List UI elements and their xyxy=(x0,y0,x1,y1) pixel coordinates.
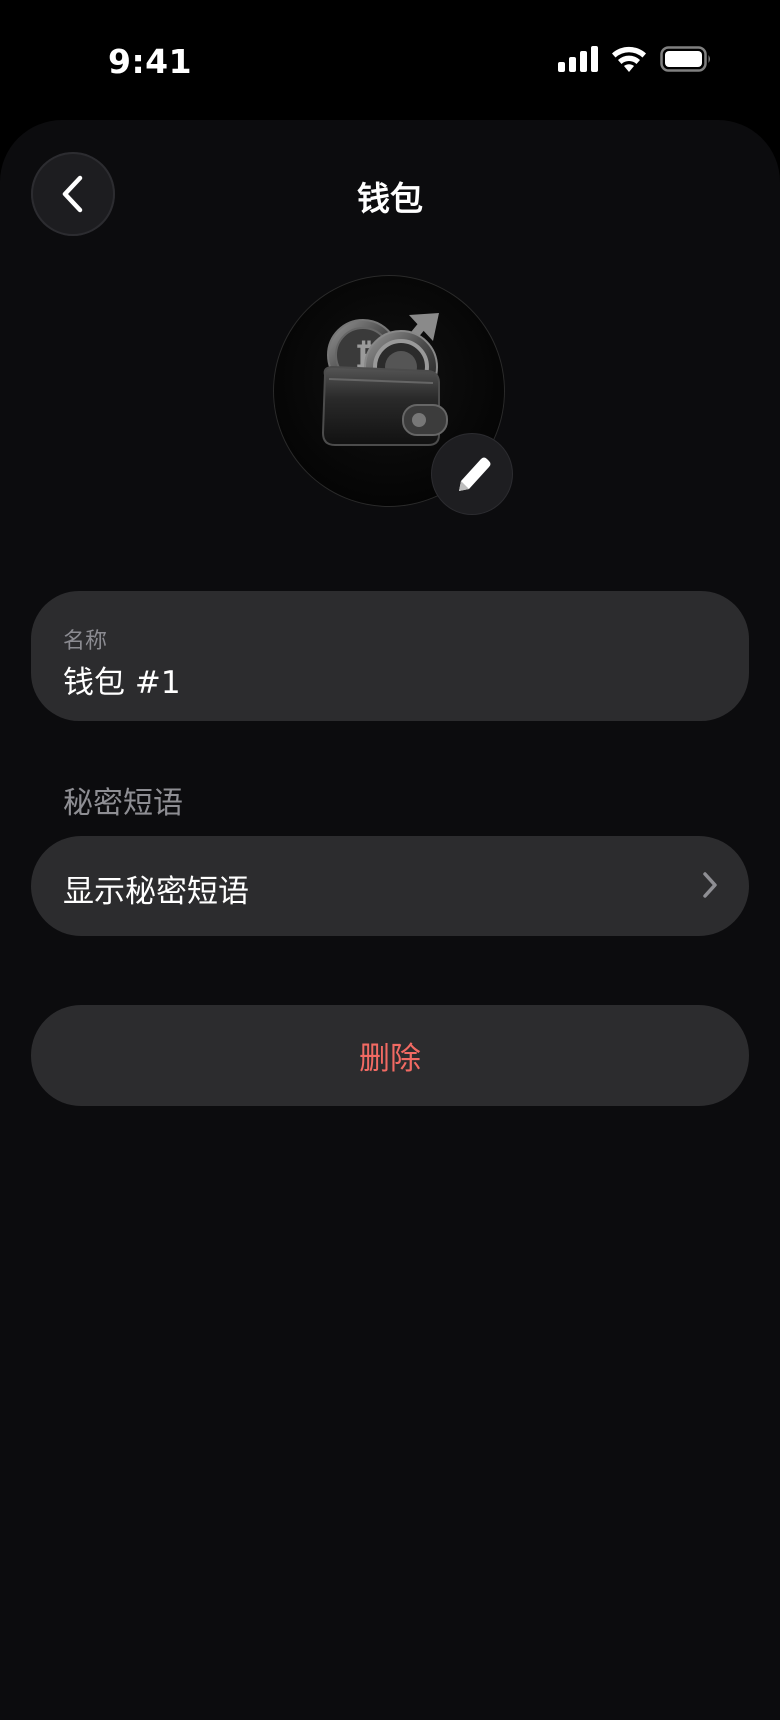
name-field-label: 名称 xyxy=(63,629,108,654)
cellular-signal-icon xyxy=(558,46,598,72)
status-time: 9:41 xyxy=(108,42,193,81)
pencil-icon xyxy=(459,457,491,491)
name-field-value[interactable]: 钱包 #1 xyxy=(63,657,181,702)
page-title: 钱包 xyxy=(357,179,423,218)
delete-button-label: 删除 xyxy=(359,1041,421,1077)
edit-avatar-button[interactable] xyxy=(432,434,512,514)
name-field[interactable]: 名称 钱包 #1 xyxy=(31,591,749,721)
chevron-right-icon xyxy=(703,872,717,898)
status-icons xyxy=(558,46,712,72)
wifi-icon xyxy=(612,46,646,72)
show-secret-phrase-label: 显示秘密短语 xyxy=(63,874,249,910)
battery-icon xyxy=(660,46,710,72)
secret-section-label: 秘密短语 xyxy=(63,786,183,821)
delete-button[interactable]: 删除 xyxy=(31,1005,749,1106)
show-secret-phrase-row[interactable]: 显示秘密短语 xyxy=(31,836,749,936)
status-bar: 9:41 xyxy=(0,0,780,120)
